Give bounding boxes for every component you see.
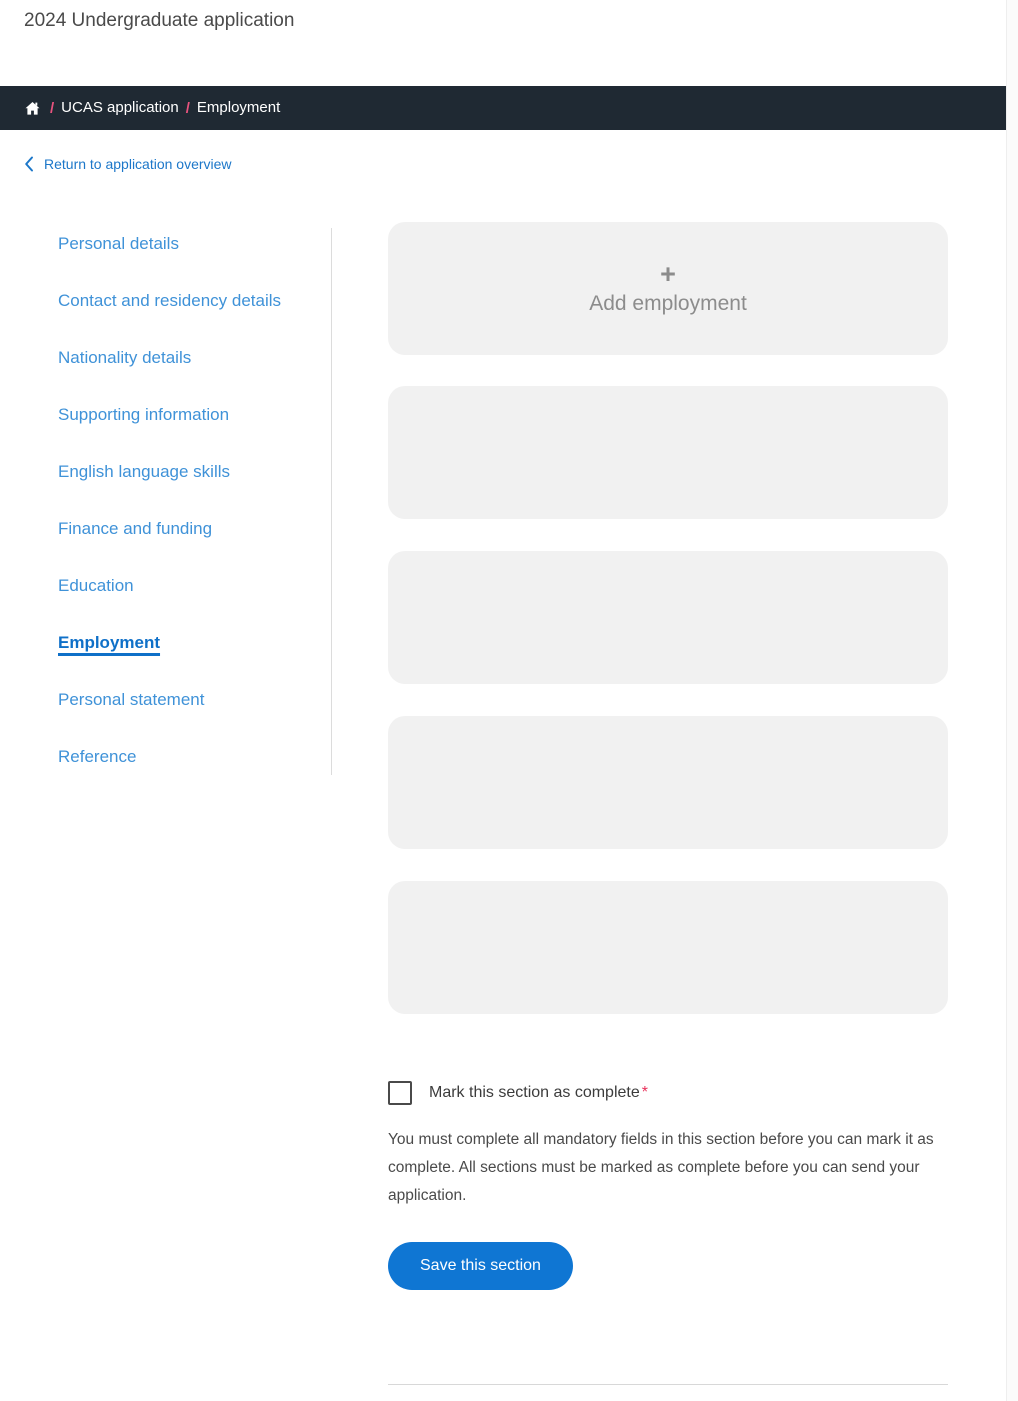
breadcrumb: / UCAS application / Employment bbox=[0, 86, 1006, 130]
add-employment-button[interactable]: + Add employment bbox=[388, 222, 948, 355]
sidebar-item-finance-and-funding[interactable]: Finance and funding bbox=[0, 517, 331, 540]
section-sidebar: Personal details Contact and residency d… bbox=[0, 222, 332, 802]
home-icon[interactable] bbox=[24, 100, 41, 117]
employment-placeholder-card bbox=[388, 551, 948, 684]
main-content: + Add employment Mark this section as co… bbox=[388, 222, 948, 1290]
sidebar-item-employment[interactable]: Employment bbox=[0, 631, 331, 654]
sidebar-item-education[interactable]: Education bbox=[0, 574, 331, 597]
sidebar-item-reference[interactable]: Reference bbox=[0, 745, 331, 768]
breadcrumb-separator-1: / bbox=[50, 99, 55, 117]
return-to-overview-link[interactable]: Return to application overview bbox=[44, 154, 232, 174]
breadcrumb-item-ucas-application[interactable]: UCAS application bbox=[61, 98, 179, 118]
breadcrumb-item-employment: Employment bbox=[196, 99, 281, 116]
save-this-section-button[interactable]: Save this section bbox=[388, 1242, 573, 1290]
section-complete-block: Mark this section as complete * You must … bbox=[388, 1081, 948, 1290]
add-employment-label: Add employment bbox=[589, 291, 747, 315]
sidebar-item-english-language-skills[interactable]: English language skills bbox=[0, 460, 331, 483]
sidebar-item-nationality-details[interactable]: Nationality details bbox=[0, 346, 331, 369]
employment-placeholder-card bbox=[388, 881, 948, 1014]
plus-icon: + bbox=[660, 258, 676, 289]
mark-complete-checkbox[interactable] bbox=[388, 1081, 412, 1105]
employment-placeholder-card bbox=[388, 716, 948, 849]
page-root: EMPLOYMENT 2024 Undergraduate applicatio… bbox=[0, 0, 1006, 1401]
mark-complete-row[interactable]: Mark this section as complete * bbox=[388, 1081, 948, 1105]
required-asterisk: * bbox=[641, 1084, 648, 1101]
sidebar-item-personal-statement[interactable]: Personal statement bbox=[0, 688, 331, 711]
sidebar-item-personal-details[interactable]: Personal details bbox=[0, 232, 331, 255]
breadcrumb-separator-2: / bbox=[185, 99, 190, 117]
page-title: EMPLOYMENT bbox=[24, 0, 982, 4]
sidebar-item-contact-and-residency-details[interactable]: Contact and residency details bbox=[0, 289, 331, 312]
sidebar-item-supporting-information[interactable]: Supporting information bbox=[0, 403, 331, 426]
chevron-left-icon bbox=[24, 156, 34, 172]
page-scrollbar[interactable] bbox=[1006, 0, 1018, 1401]
page-header: EMPLOYMENT 2024 Undergraduate applicatio… bbox=[0, 0, 1006, 34]
page-subtitle: 2024 Undergraduate application bbox=[24, 10, 295, 31]
employment-placeholder-card bbox=[388, 386, 948, 519]
return-to-overview[interactable]: Return to application overview bbox=[24, 154, 232, 174]
mandatory-fields-helper-text: You must complete all mandatory fields i… bbox=[388, 1131, 934, 1204]
mark-complete-label[interactable]: Mark this section as complete * bbox=[429, 1082, 648, 1104]
bottom-divider bbox=[388, 1384, 948, 1385]
mark-complete-label-text: Mark this section as complete bbox=[429, 1084, 640, 1101]
